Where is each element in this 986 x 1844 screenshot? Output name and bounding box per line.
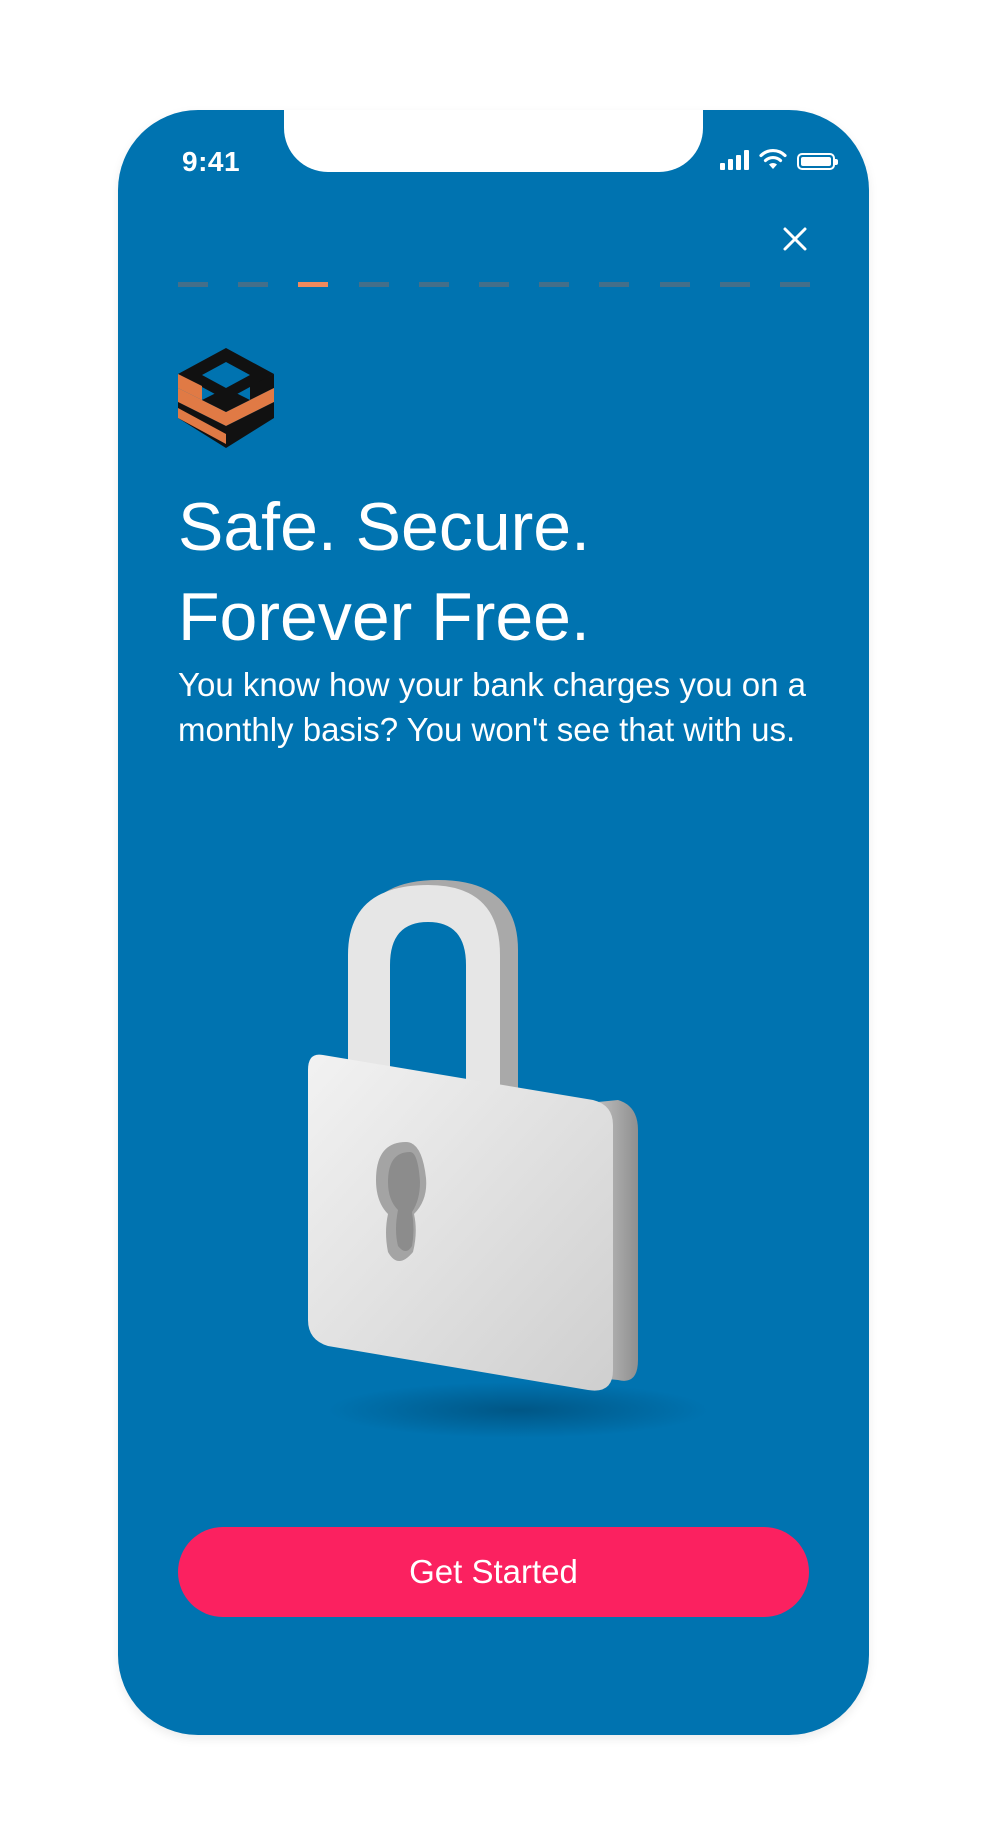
status-time: 9:41: [182, 146, 241, 177]
status-icons: [720, 146, 838, 170]
onboarding-progress: [178, 282, 810, 288]
progress-segment: [599, 282, 630, 287]
progress-segment: [539, 282, 570, 287]
progress-segment: [779, 282, 810, 287]
progress-segment: [418, 282, 449, 287]
progress-segment: [719, 282, 750, 287]
progress-segment: [659, 282, 690, 287]
battery-icon: [797, 153, 838, 170]
wifi-icon: [759, 148, 787, 169]
signal-icon: [720, 150, 749, 170]
title-line-2: Forever Free.: [178, 579, 590, 655]
close-icon[interactable]: [780, 224, 810, 254]
progress-segment-active: [298, 282, 329, 287]
get-started-button[interactable]: Get Started: [178, 1527, 809, 1617]
page-title: Safe. Secure. Forever Free.: [178, 482, 818, 662]
device-notch: [284, 110, 703, 172]
padlock-illustration: [308, 880, 708, 1438]
progress-segment: [478, 282, 509, 287]
brand-logo: [178, 348, 274, 448]
progress-segment: [358, 282, 389, 287]
progress-segment: [178, 282, 208, 287]
phone-screen: 9:41 Safe. Secure. Forever Free. You kno…: [118, 110, 869, 1735]
progress-segment: [238, 282, 269, 287]
title-line-1: Safe. Secure.: [178, 489, 591, 565]
page-description: You know how your bank charges you on a …: [178, 666, 807, 748]
